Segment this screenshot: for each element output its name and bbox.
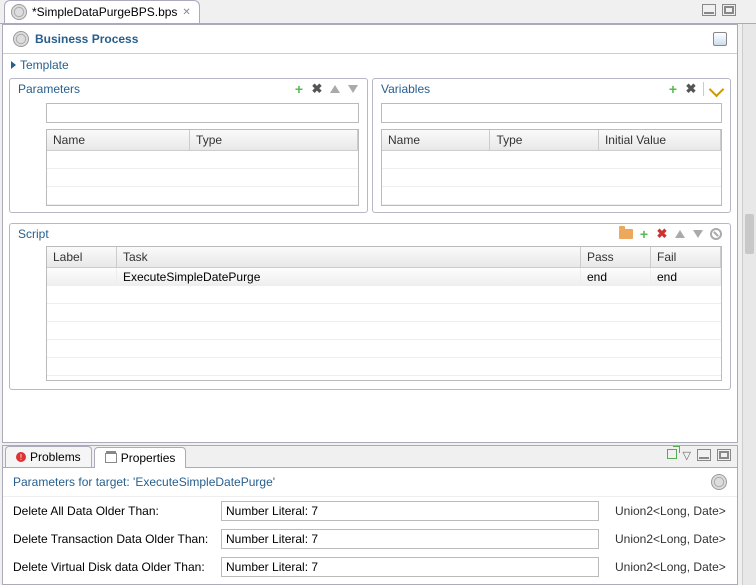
page-title: Business Process [35,32,138,46]
chevron-right-icon [11,61,16,69]
business-process-form: Business Process Template Parameters + ✖… [2,24,738,443]
param-label: Delete All Data Older Than: [13,504,213,518]
variables-filter-input[interactable] [381,103,722,123]
param-type: Union2<Long, Date> [607,532,727,546]
tab-properties[interactable]: Properties [94,447,187,468]
col-label[interactable]: Label [47,247,117,267]
tab-problems[interactable]: ! Problems [5,446,92,467]
parameter-row: Delete Virtual Disk data Older Than: Uni… [3,553,737,581]
open-folder-icon[interactable] [618,226,634,242]
edit-icon[interactable] [708,81,724,97]
parameters-title: Parameters [18,82,80,96]
parameters-toolbar: + ✖ [291,81,361,97]
maximize-icon[interactable] [722,4,736,16]
link-external-icon[interactable] [667,449,677,459]
param-label: Delete Virtual Disk data Older Than: [13,560,213,574]
param-type: Union2<Long, Date> [607,560,727,574]
move-down-icon[interactable] [345,81,361,97]
variables-panel: Variables + ✖ Name Type Initial Value [372,78,731,213]
template-section-header[interactable]: Template [3,54,737,76]
param-value-input[interactable] [221,557,599,577]
minimize-icon[interactable] [702,4,716,16]
move-down-icon[interactable] [690,226,706,242]
script-toolbar: + ✖ [618,226,724,242]
delete-icon[interactable]: ✖ [309,81,325,97]
col-pass[interactable]: Pass [581,247,651,267]
scrollbar-thumb[interactable] [745,214,754,254]
business-process-icon [13,31,29,47]
script-title: Script [18,227,49,241]
disable-icon[interactable] [708,226,724,242]
parameters-rows[interactable] [47,151,358,205]
delete-icon[interactable]: ✖ [683,81,699,97]
gear-icon[interactable] [711,474,727,490]
bps-file-icon [11,4,27,20]
cell-task: ExecuteSimpleDatePurge [117,268,581,285]
col-name[interactable]: Name [382,130,490,150]
error-icon: ! [16,452,26,462]
param-value-input[interactable] [221,529,599,549]
col-fail[interactable]: Fail [651,247,721,267]
param-label: Delete Transaction Data Older Than: [13,532,213,546]
form-header: Business Process [3,25,737,54]
variables-toolbar: + ✖ [665,81,724,97]
editor-tab-bar: *SimpleDataPurgeBPS.bps ✕ [0,0,756,24]
script-rows[interactable]: ExecuteSimpleDatePurge end end [47,268,721,380]
properties-icon [105,453,117,463]
minimize-icon[interactable] [697,449,711,461]
editor-tab-title: *SimpleDataPurgeBPS.bps [32,5,177,19]
cell-label [47,268,117,285]
cell-pass: end [581,268,651,285]
script-table: Label Task Pass Fail ExecuteSimpleDatePu… [46,246,722,381]
param-type: Union2<Long, Date> [607,504,727,518]
parameters-panel: Parameters + ✖ Name Type [9,78,368,213]
move-up-icon[interactable] [327,81,343,97]
table-row[interactable]: ExecuteSimpleDatePurge end end [47,268,721,286]
bottom-view: ! Problems Properties ▽ Parameters for t… [2,445,738,585]
add-icon[interactable]: + [665,81,681,97]
script-panel: Script + ✖ Label Task Pass Fail ExecuteS… [9,223,731,390]
move-up-icon[interactable] [672,226,688,242]
parameter-row: Delete All Data Older Than: Union2<Long,… [3,497,737,525]
param-value-input[interactable] [221,501,599,521]
add-icon[interactable]: + [636,226,652,242]
editor-window-controls [702,4,736,16]
col-type[interactable]: Type [190,130,358,150]
col-type[interactable]: Type [490,130,598,150]
editor-tab[interactable]: *SimpleDataPurgeBPS.bps ✕ [4,0,200,23]
variables-rows[interactable] [382,151,721,205]
parameters-table: Name Type [46,129,359,206]
variables-title: Variables [381,82,430,96]
delete-icon[interactable]: ✖ [654,226,670,242]
parameters-filter-input[interactable] [46,103,359,123]
vertical-scrollbar[interactable] [742,24,756,585]
col-task[interactable]: Task [117,247,581,267]
bottom-tab-bar: ! Problems Properties ▽ [3,446,737,468]
template-label: Template [20,58,69,72]
cell-fail: end [651,268,721,285]
parameter-row: Delete Transaction Data Older Than: Unio… [3,525,737,553]
properties-subtitle: Parameters for target: 'ExecuteSimpleDat… [13,475,275,489]
col-name[interactable]: Name [47,130,190,150]
variables-table: Name Type Initial Value [381,129,722,206]
separator [703,82,704,96]
properties-subtitle-bar: Parameters for target: 'ExecuteSimpleDat… [3,468,737,497]
close-icon[interactable]: ✕ [182,7,190,18]
col-initial[interactable]: Initial Value [599,130,721,150]
add-icon[interactable]: + [291,81,307,97]
view-menu-icon[interactable]: ▽ [683,449,691,462]
layout-toggle-icon[interactable] [713,32,727,46]
maximize-icon[interactable] [717,449,731,461]
